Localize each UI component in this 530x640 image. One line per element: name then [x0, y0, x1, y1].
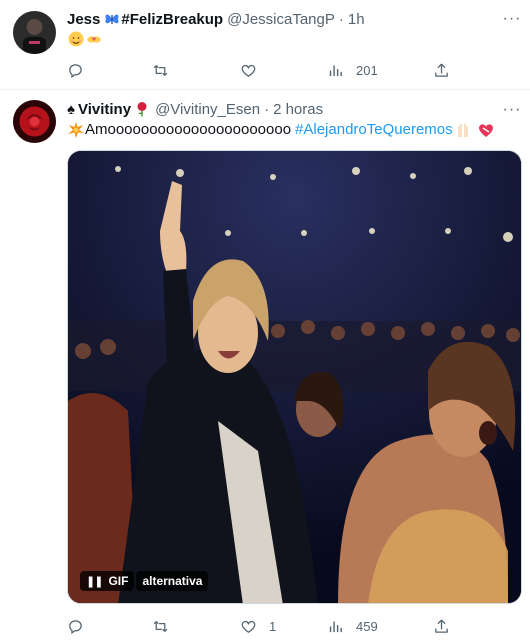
tweet-header: ♠ Vivitiny @Vivitiny_Esen · 2 horas: [67, 99, 323, 119]
display-name[interactable]: Jess #FelizBreakup: [67, 11, 223, 28]
hashtag-link[interactable]: #AlejandroTeQueremos: [295, 120, 453, 140]
like-count: 1: [269, 618, 277, 634]
views-count: 201: [356, 62, 378, 78]
rose-icon: [137, 102, 147, 117]
reply-button[interactable]: [67, 616, 96, 636]
smiling-face-with-hearts-icon: [68, 31, 84, 47]
reply-icon: [69, 619, 82, 634]
tweet-message: Amoooooooooooooooooooooo: [85, 121, 292, 138]
timestamp[interactable]: 2 horas: [273, 101, 323, 118]
views-count: 459: [356, 618, 378, 634]
display-name[interactable]: ♠ Vivitiny: [67, 101, 151, 118]
more-options-icon[interactable]: ···: [502, 100, 522, 120]
analytics-icon: [329, 621, 342, 632]
gif-media[interactable]: ❚❚ GIF alternativa: [67, 150, 522, 604]
retweet-button[interactable]: [152, 60, 181, 80]
share-button[interactable]: [433, 616, 450, 636]
display-name-text[interactable]: Vivitiny: [78, 101, 131, 118]
gif-label: GIF: [108, 574, 129, 588]
retweet-icon: [153, 64, 168, 76]
avatar[interactable]: [13, 100, 56, 143]
tweet[interactable]: Jess #FelizBreakup @JessicaTangP · 1h ··…: [0, 0, 530, 90]
more-options-icon[interactable]: ···: [502, 9, 522, 29]
spade-icon: ♠: [67, 100, 75, 118]
gif-frame: [68, 151, 521, 603]
share-icon: [435, 619, 448, 633]
separator-dot: ·: [264, 100, 270, 118]
tweet-actions: 201: [67, 60, 457, 80]
pause-icon: ❚❚: [86, 575, 103, 588]
tweet-text: Amoooooooooooooooooooooo #AlejandroTeQue…: [67, 120, 495, 140]
alt-text-button[interactable]: alternativa: [136, 571, 209, 591]
hands-heart-icon: [87, 36, 101, 43]
mending-heart-icon: [478, 124, 493, 137]
avatar[interactable]: [13, 11, 56, 54]
views-button[interactable]: 201: [327, 60, 378, 80]
reply-button[interactable]: [67, 60, 96, 80]
tweet-actions: 1 459: [67, 616, 457, 636]
collision-icon: [68, 122, 84, 138]
timestamp[interactable]: 1h: [348, 11, 365, 28]
views-button[interactable]: 459: [327, 616, 378, 636]
gif-play-toggle[interactable]: ❚❚ GIF: [80, 571, 135, 591]
heart-icon: [241, 620, 256, 633]
reply-icon: [69, 63, 82, 78]
gif-badge: ❚❚ GIF alternativa: [80, 571, 209, 591]
share-icon: [435, 63, 448, 77]
tweet-text: [67, 31, 103, 47]
butterfly-icon: [105, 14, 119, 24]
separator-dot: ·: [338, 10, 344, 28]
display-name-text[interactable]: Jess: [67, 11, 100, 28]
share-button[interactable]: [433, 60, 450, 80]
retweet-button[interactable]: [152, 616, 181, 636]
user-handle[interactable]: @JessicaTangP: [227, 11, 335, 28]
display-name-hashtag[interactable]: #FelizBreakup: [121, 11, 223, 28]
retweet-icon: [153, 620, 168, 632]
like-button[interactable]: 1: [240, 616, 276, 636]
heart-icon: [241, 64, 256, 77]
tweet-header: Jess #FelizBreakup @JessicaTangP · 1h: [67, 9, 365, 29]
like-button[interactable]: [240, 60, 269, 80]
user-handle[interactable]: @Vivitiny_Esen: [155, 101, 260, 118]
tweet[interactable]: ♠ Vivitiny @Vivitiny_Esen · 2 horas ··· …: [0, 90, 530, 640]
analytics-icon: [329, 65, 342, 76]
raised-hands-icon: [457, 123, 468, 137]
